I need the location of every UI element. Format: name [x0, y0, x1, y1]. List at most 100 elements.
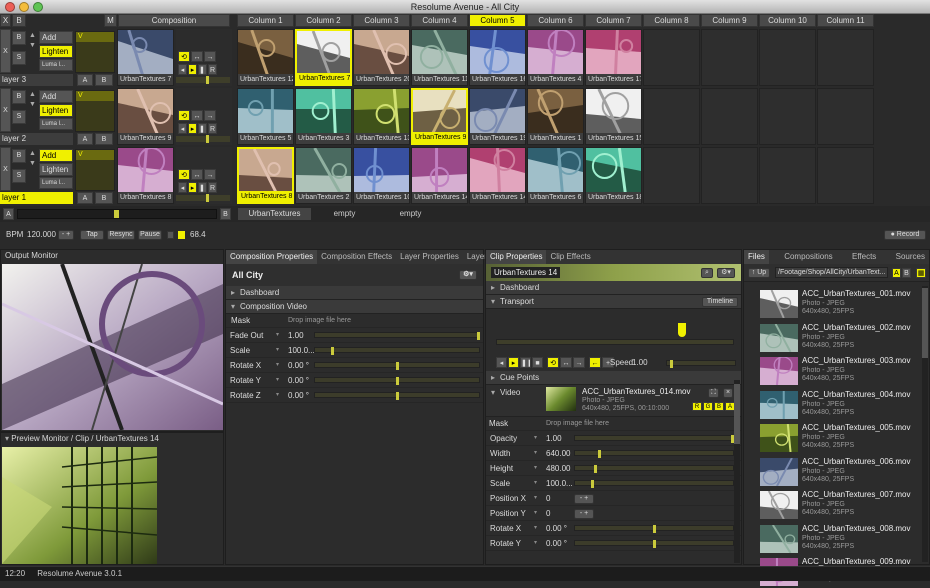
- browser-scrollbar[interactable]: [922, 286, 928, 562]
- layer-video-toggle[interactable]: V: [76, 32, 114, 42]
- layer-blend-select[interactable]: Add: [39, 149, 73, 162]
- clip-slot[interactable]: UrbanTextures 18: [585, 147, 642, 204]
- play-once-icon[interactable]: →: [573, 357, 585, 368]
- layer-clear-button[interactable]: X: [0, 29, 11, 73]
- param-slider-knob[interactable]: [477, 332, 480, 340]
- param-value[interactable]: 1.00: [546, 431, 562, 446]
- clip-slot[interactable]: UrbanTextures 13: [353, 88, 410, 145]
- layer-bounce-icon[interactable]: ↔: [191, 169, 203, 180]
- layer-position-knob[interactable]: [206, 76, 209, 84]
- param-slider-knob[interactable]: [396, 362, 399, 370]
- column-header-9[interactable]: Column 9: [701, 14, 758, 27]
- param-slider-knob[interactable]: [598, 450, 601, 458]
- layer-deck-b-button[interactable]: B: [95, 133, 113, 145]
- layer-opacity-fader[interactable]: V: [75, 90, 115, 132]
- comp-tab-composition-properties[interactable]: Composition Properties: [226, 250, 318, 264]
- metronome-toggle[interactable]: [167, 231, 174, 239]
- layer-bypass-button[interactable]: B: [12, 31, 26, 45]
- crossfader-slider[interactable]: [17, 209, 217, 219]
- layer-active-clip[interactable]: UrbanTextures 7: [117, 29, 174, 86]
- clip-slot[interactable]: UrbanTextures 12: [237, 29, 294, 86]
- layer-name[interactable]: layer 2: [0, 133, 73, 145]
- clip-slot[interactable]: UrbanTextures 6: [527, 147, 584, 204]
- layer-clear-button[interactable]: X: [0, 147, 11, 191]
- layer-order-arrows-icon[interactable]: ▲ ▼: [28, 149, 37, 189]
- comp-master-button[interactable]: M: [104, 14, 117, 27]
- column-header-1[interactable]: Column 1: [237, 14, 294, 27]
- clip-slot[interactable]: UrbanTextures 8: [237, 147, 294, 204]
- fullscreen-icon[interactable]: ⛶: [708, 388, 719, 398]
- layer-bounce-icon[interactable]: ↔: [191, 51, 203, 62]
- file-list-item[interactable]: ACC_UrbanTextures_001.mov Photo - JPEG 640…: [744, 286, 924, 320]
- layer-position-slider[interactable]: [176, 194, 230, 202]
- clip-slot[interactable]: UrbanTextures 14: [411, 147, 468, 204]
- layer-opacity-fader[interactable]: V: [75, 149, 115, 191]
- layer-restart-button[interactable]: R: [208, 64, 217, 75]
- clip-slot[interactable]: UrbanTextures 3: [295, 88, 352, 145]
- timeline-mode-select[interactable]: Timeline: [702, 297, 738, 307]
- layer-blend-select[interactable]: Add: [39, 31, 73, 44]
- clip-panel-scrollbar[interactable]: [734, 380, 740, 563]
- layer-position-slider[interactable]: [176, 135, 230, 143]
- minimize-window-button[interactable]: [19, 2, 29, 12]
- speed-value[interactable]: 1.00: [632, 358, 648, 367]
- param-value[interactable]: 1.00: [288, 328, 304, 343]
- column-header-8[interactable]: Column 8: [643, 14, 700, 27]
- layer-deck-a-button[interactable]: A: [77, 133, 93, 145]
- clip-search-icon[interactable]: ⌕: [701, 268, 713, 278]
- param-dropdown-icon[interactable]: ▾: [276, 343, 279, 358]
- layer-bounce-icon[interactable]: ↔: [191, 110, 203, 121]
- param-value[interactable]: 0.00 °: [288, 373, 309, 388]
- layer-solo-button[interactable]: S: [12, 169, 26, 183]
- param-slider[interactable]: [314, 392, 480, 400]
- clip-slot[interactable]: UrbanTextures 7: [295, 29, 352, 86]
- param-slider[interactable]: [574, 480, 734, 488]
- param-slider[interactable]: [314, 347, 480, 355]
- clip-settings-gear-icon[interactable]: ⚙▾: [717, 268, 735, 278]
- layer-position-slider[interactable]: [176, 76, 230, 84]
- browser-tab-files[interactable]: Files: [744, 250, 769, 264]
- clip-slot[interactable]: UrbanTextures 4: [527, 29, 584, 86]
- clip-slot[interactable]: UrbanTextures 14: [469, 147, 526, 204]
- clip-slot[interactable]: UrbanTextures 15: [585, 88, 642, 145]
- lock-icon[interactable]: [178, 231, 185, 239]
- layer-video-toggle[interactable]: V: [76, 150, 114, 160]
- empty-clip-slot[interactable]: [701, 88, 758, 145]
- column-header-5[interactable]: Column 5: [469, 14, 526, 27]
- empty-clip-slot[interactable]: [643, 147, 700, 204]
- clip-panel-scroll-thumb[interactable]: [734, 384, 740, 444]
- composition-settings-gear-icon[interactable]: ⚙▾: [459, 270, 477, 280]
- clip-mask-drop-zone[interactable]: Drop image file here: [546, 417, 609, 431]
- column-header-6[interactable]: Column 6: [527, 14, 584, 27]
- bpm-value[interactable]: 120.000: [27, 230, 56, 239]
- comp-tab-layer-properties[interactable]: Layer Properties: [396, 250, 463, 264]
- layer-luma-select[interactable]: Luma l...: [39, 59, 73, 71]
- layer-order-arrows-icon[interactable]: ▲ ▼: [28, 90, 37, 130]
- layer-bypass-button[interactable]: B: [12, 90, 26, 104]
- layer-play-backward-button[interactable]: ◂: [178, 123, 187, 134]
- column-header-11[interactable]: Column 11: [817, 14, 874, 27]
- deck-empty-slot-1[interactable]: empty: [312, 208, 377, 220]
- empty-clip-slot[interactable]: [817, 88, 874, 145]
- empty-clip-slot[interactable]: [759, 147, 816, 204]
- layer-restart-button[interactable]: R: [208, 182, 217, 193]
- clip-name[interactable]: UrbanTextures 14: [491, 267, 561, 278]
- layer-play-button[interactable]: ▸: [188, 182, 197, 193]
- loop-mode-icon[interactable]: ⟲: [547, 357, 559, 368]
- layer-position-knob[interactable]: [206, 194, 209, 202]
- layer-opacity-fader[interactable]: V: [75, 31, 115, 73]
- column-header-2[interactable]: Column 2: [295, 14, 352, 27]
- layer-deck-b-button[interactable]: B: [95, 74, 113, 86]
- layer-play-backward-button[interactable]: ◂: [178, 64, 187, 75]
- close-window-button[interactable]: [5, 2, 15, 12]
- file-list-item[interactable]: ACC_UrbanTextures_008.mov Photo - JPEG 640…: [744, 521, 924, 555]
- column-header-3[interactable]: Column 3: [353, 14, 410, 27]
- file-list-item[interactable]: ACC_UrbanTextures_004.mov Photo - JPEG 640…: [744, 387, 924, 421]
- clip-slot[interactable]: UrbanTextures 11: [411, 29, 468, 86]
- param-slider[interactable]: [314, 377, 480, 385]
- comp-mask-drop-zone[interactable]: Drop image file here: [288, 314, 351, 328]
- clip-slot[interactable]: UrbanTextures 5: [237, 88, 294, 145]
- param-value[interactable]: 0: [546, 506, 550, 521]
- zoom-window-button[interactable]: [33, 2, 43, 12]
- pause-clip-button[interactable]: ❚❚: [520, 357, 531, 368]
